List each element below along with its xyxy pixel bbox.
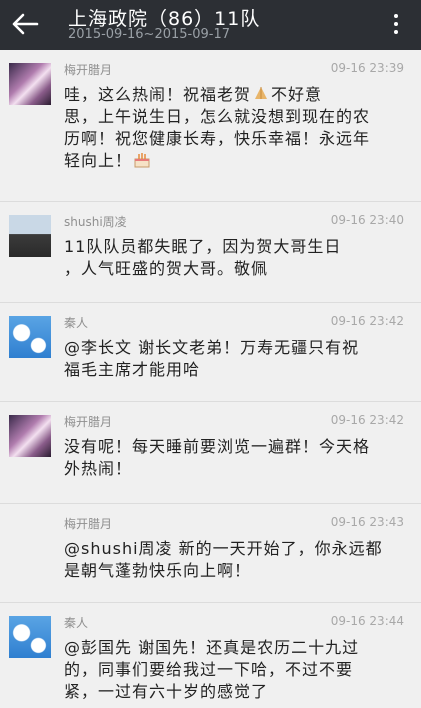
- message-item: 梅开腊月 09-16 23:43 @shushi周凌 新的一天开始了，你永远都 …: [0, 504, 421, 603]
- message-text: @彭国先 谢国先！还真是农历二十九过 的，同事们要给我过一下哈，不过不要 紧，一…: [64, 638, 360, 701]
- message-text: @李长文 谢长文老弟！万寿无疆只有祝 福毛主席才能用哈: [64, 338, 360, 379]
- sender-name: shushi周凌: [64, 215, 127, 229]
- avatar[interactable]: [9, 215, 51, 257]
- message-text: 哇，这么热闹！祝福老贺 不好意 思，上午说生日，怎么就没想到现在的农 历啊！祝您健…: [64, 85, 371, 170]
- avatar[interactable]: [9, 415, 51, 457]
- message-item: 梅开腊月 09-16 23:39 哇，这么热闹！祝福老贺 不好意 思，上午说生日，…: [0, 50, 421, 202]
- avatar[interactable]: [9, 316, 51, 358]
- birthday-cake-icon: [134, 153, 150, 168]
- message-text: 没有呢！每天睡前要浏览一遍群！今天格 外热闹！: [64, 437, 371, 478]
- praying-hands-icon: [255, 87, 268, 99]
- message-text: 11队队员都失眠了，因为贺大哥生日 ，人气旺盛的贺大哥。敬佩: [64, 237, 342, 278]
- chat-header: 上海政院（86）11队 2015-09-16~2015-09-17: [0, 0, 421, 50]
- sender-name: 梅开腊月: [64, 517, 113, 531]
- timestamp: 09-16 23:42: [330, 314, 404, 328]
- sender-name: 秦人: [64, 616, 89, 630]
- timestamp: 09-16 23:44: [330, 614, 404, 628]
- date-range: 2015-09-16~2015-09-17: [68, 27, 230, 42]
- timestamp: 09-16 23:42: [330, 413, 404, 427]
- avatar[interactable]: [9, 63, 51, 105]
- sender-name: 秦人: [64, 316, 89, 330]
- message-item: 秦人 09-16 23:44 @彭国先 谢国先！还真是农历二十九过 的，同事们要…: [0, 603, 421, 708]
- message-item: shushi周凌 09-16 23:40 11队队员都失眠了，因为贺大哥生日 ，…: [0, 202, 421, 303]
- message-item: 梅开腊月 09-16 23:42 没有呢！每天睡前要浏览一遍群！今天格 外热闹！: [0, 402, 421, 504]
- timestamp: 09-16 23:40: [330, 213, 404, 227]
- message-item: 秦人 09-16 23:42 @李长文 谢长文老弟！万寿无疆只有祝 福毛主席才能…: [0, 303, 421, 402]
- sender-name: 梅开腊月: [64, 63, 113, 77]
- timestamp: 09-16 23:39: [330, 61, 404, 75]
- back-arrow-icon[interactable]: [10, 9, 40, 39]
- timestamp: 09-16 23:43: [330, 515, 404, 529]
- sender-name: 梅开腊月: [64, 415, 113, 429]
- more-options-icon[interactable]: [393, 14, 399, 38]
- message-text: @shushi周凌 新的一天开始了，你永远都 是朝气蓬勃快乐向上啊！: [64, 539, 383, 580]
- avatar[interactable]: [9, 616, 51, 658]
- message-list[interactable]: 梅开腊月 09-16 23:39 哇，这么热闹！祝福老贺 不好意 思，上午说生日，…: [0, 50, 421, 708]
